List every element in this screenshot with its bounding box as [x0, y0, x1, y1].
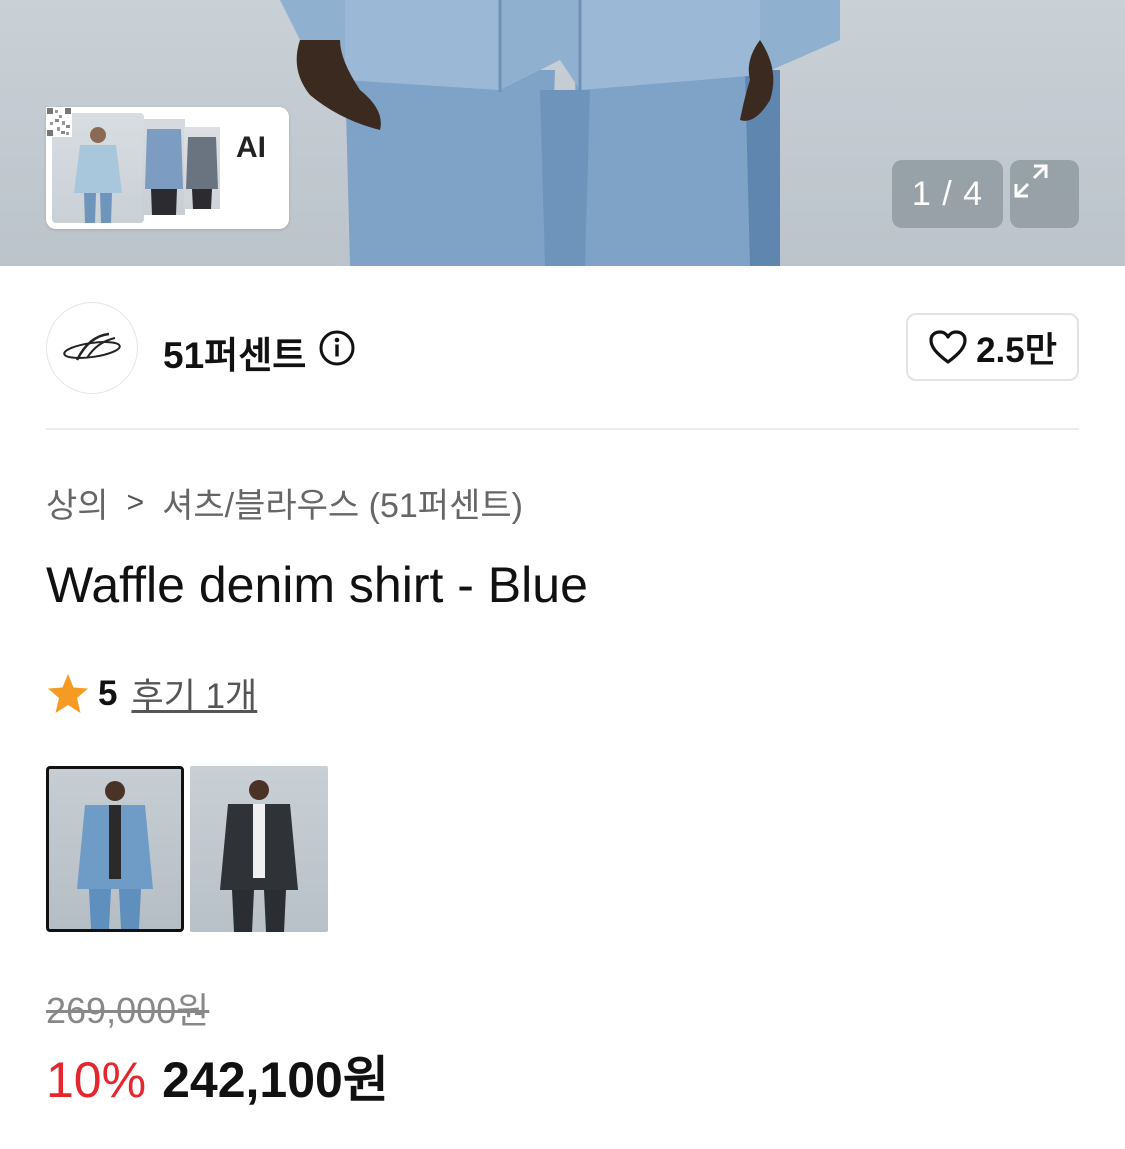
star-icon	[48, 673, 88, 713]
info-icon[interactable]	[318, 329, 356, 367]
original-price: 269,000원	[46, 990, 210, 1031]
rating-score: 5	[98, 673, 118, 713]
product-title: Waffle denim shirt - Blue	[46, 557, 588, 613]
ai-recommendation-card[interactable]: AI	[46, 107, 289, 229]
expand-icon	[1014, 164, 1048, 198]
ai-label: AI	[236, 131, 266, 164]
variant-blue-image	[77, 781, 153, 929]
breadcrumb: 상의 > 셔츠/블라우스 (51퍼센트)	[46, 478, 523, 527]
ai-thumbnail-2	[143, 119, 185, 215]
discount-rate: 10%	[46, 1052, 147, 1108]
like-count: 2.5만	[976, 330, 1057, 370]
brand-logo-icon	[63, 332, 121, 361]
price-row: 10% 242,100원	[46, 1040, 389, 1112]
color-variant-blue[interactable]	[46, 766, 184, 932]
product-image-gallery[interactable]: AI 1 / 4	[0, 0, 1125, 266]
breadcrumb-category[interactable]: 상의	[46, 478, 109, 527]
breadcrumb-subcategory[interactable]: 셔츠/블라우스 (51퍼센트)	[162, 478, 523, 527]
rating-row: 5 후기 1개	[46, 668, 257, 719]
color-variant-black[interactable]	[190, 766, 328, 932]
sale-price: 242,100원	[162, 1052, 389, 1108]
chevron-right-icon: >	[126, 485, 145, 519]
like-button[interactable]: 2.5만	[906, 313, 1079, 381]
heart-icon	[929, 330, 967, 364]
image-counter: 1 / 4	[892, 160, 1003, 228]
brand-name[interactable]: 51퍼센트	[163, 325, 306, 379]
qr-code-icon	[46, 107, 72, 137]
review-link[interactable]: 후기 1개	[131, 668, 257, 719]
brand-logo[interactable]	[46, 302, 138, 394]
divider	[46, 428, 1079, 430]
expand-button[interactable]	[1010, 160, 1079, 228]
ai-thumbnail-3	[184, 127, 220, 209]
variant-black-image	[220, 780, 298, 932]
